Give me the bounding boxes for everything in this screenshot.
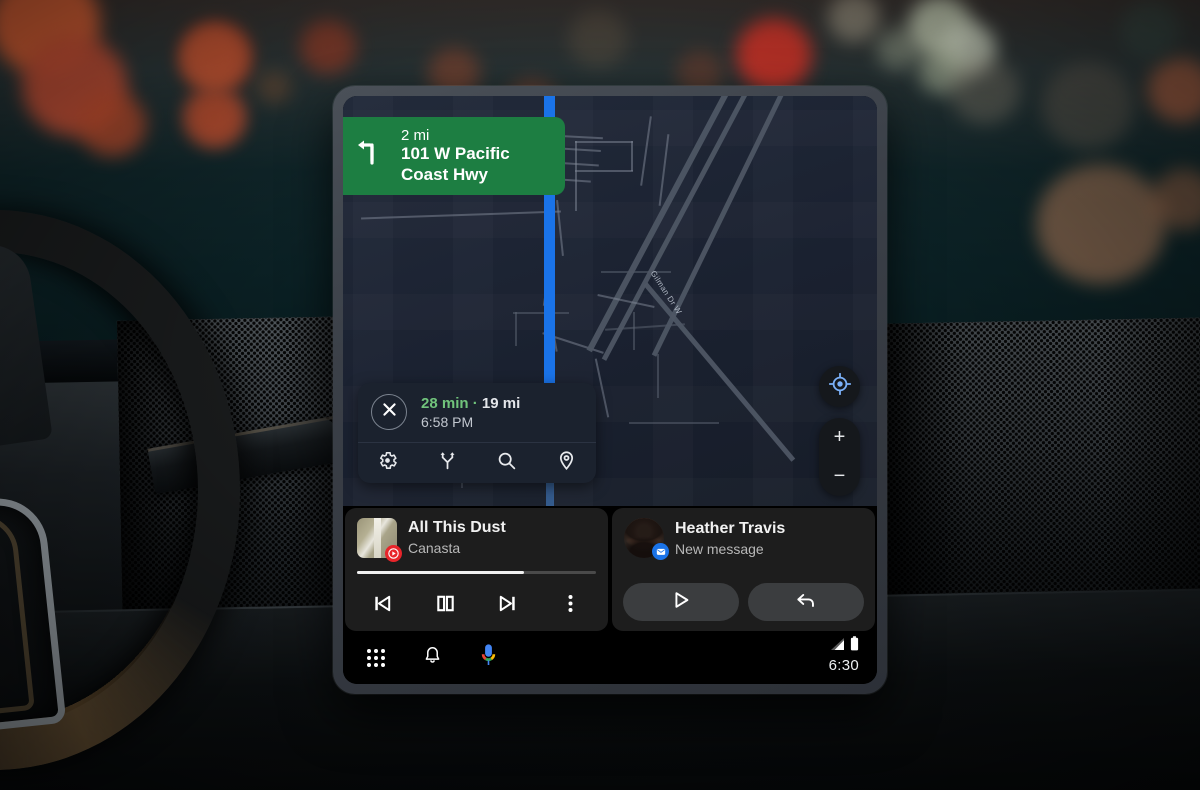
bokeh-light — [736, 18, 812, 92]
trip-info-card: 28 min · 19 mi 6:58 PM — [358, 383, 596, 483]
map-road — [629, 422, 719, 424]
pause-button[interactable] — [425, 586, 465, 626]
message-header: Heather Travis New message — [624, 518, 863, 560]
map-road — [515, 312, 517, 346]
status-bar-right: 6:30 — [828, 636, 859, 674]
skip-next-icon — [496, 592, 519, 620]
reply-icon — [795, 589, 817, 616]
widget-card-row: All This Dust Canasta Heather Travis New… — [343, 508, 877, 631]
map-road — [575, 141, 577, 211]
avatar — [624, 518, 669, 560]
recenter-location-button[interactable] — [819, 366, 860, 407]
bokeh-light — [1042, 62, 1134, 150]
media-progress-bar[interactable] — [357, 571, 596, 574]
maneuver-street-line2: Coast Hwy — [401, 164, 488, 184]
media-progress-fill — [357, 571, 525, 574]
status-indicators — [830, 636, 859, 656]
clock: 6:30 — [828, 657, 859, 674]
turn-left-arrow-icon — [355, 139, 389, 174]
map-road — [633, 312, 635, 350]
map-road — [601, 271, 671, 273]
eta-separator: · — [468, 394, 482, 412]
my-location-icon — [828, 372, 851, 400]
youtube-music-icon — [385, 545, 402, 562]
reply-message-button[interactable] — [748, 583, 864, 621]
apps-launcher-button[interactable] — [361, 643, 391, 673]
message-actions — [623, 583, 864, 621]
settings-gear-icon — [377, 450, 398, 476]
route-alternatives-button[interactable] — [418, 443, 478, 483]
apps-grid-icon — [367, 648, 385, 667]
more-vert-icon — [559, 592, 582, 620]
bokeh-light — [300, 20, 356, 74]
search-button[interactable] — [477, 443, 537, 483]
eta-distance: 19 mi — [481, 394, 521, 412]
bokeh-light — [568, 10, 628, 68]
place-pin-icon — [556, 450, 577, 476]
message-sender: Heather Travis — [675, 519, 786, 537]
map-road — [575, 141, 633, 143]
system-status-bar: 6:30 — [343, 631, 877, 684]
album-art-stripe — [374, 518, 381, 558]
trip-tool-bar — [358, 442, 596, 483]
eta-summary: 28 min · 19 mi — [421, 395, 520, 412]
map-road — [631, 141, 633, 171]
pause-icon — [434, 592, 457, 620]
zoom-in-button[interactable]: + — [819, 418, 860, 457]
bokeh-light — [1120, 0, 1180, 58]
media-header: All This Dust Canasta — [357, 518, 596, 562]
bokeh-light — [188, 30, 244, 82]
navigation-maneuver-banner: 2 mi 101 W Pacific Coast Hwy — [343, 117, 565, 195]
bokeh-light — [186, 92, 242, 146]
map-road — [657, 354, 659, 398]
bell-icon — [422, 645, 443, 671]
messages-icon — [652, 543, 669, 560]
media-controls — [345, 584, 608, 628]
previous-track-button[interactable] — [362, 586, 402, 626]
map-zoom-controls: + − — [819, 418, 860, 496]
play-message-button[interactable] — [623, 583, 739, 621]
message-notification-card[interactable]: Heather Travis New message — [612, 508, 875, 631]
assistant-button[interactable] — [473, 643, 503, 673]
head-unit-bezel: Gilman Dr W W 2 mi 101 W Pacific Coast H… — [333, 86, 887, 694]
play-icon — [670, 589, 692, 616]
zoom-out-button[interactable]: − — [819, 457, 860, 496]
notifications-button[interactable] — [417, 643, 447, 673]
end-navigation-button[interactable] — [371, 394, 407, 430]
map-view[interactable]: Gilman Dr W W 2 mi 101 W Pacific Coast H… — [343, 96, 877, 506]
media-overflow-button[interactable] — [551, 586, 591, 626]
settings-gear-button[interactable] — [358, 443, 418, 483]
search-icon — [496, 450, 517, 476]
google-assistant-mic-icon — [478, 643, 499, 672]
cellular-signal-icon — [830, 637, 846, 656]
maneuver-street-line1: 101 W Pacific — [401, 144, 510, 164]
map-road — [513, 312, 569, 314]
bokeh-light — [1036, 164, 1166, 284]
album-art — [357, 518, 402, 562]
car-display-screen: Gilman Dr W W 2 mi 101 W Pacific Coast H… — [343, 96, 877, 684]
bokeh-light — [950, 58, 1020, 124]
battery-icon — [850, 636, 859, 656]
route-alternatives-icon — [437, 450, 458, 476]
maneuver-distance: 2 mi — [401, 126, 430, 144]
arrival-time: 6:58 PM — [421, 413, 474, 430]
speaker-grille-right — [877, 316, 1200, 624]
trip-summary: 28 min · 19 mi 6:58 PM — [358, 383, 596, 442]
close-x-icon — [381, 401, 398, 423]
track-title: All This Dust — [408, 519, 506, 536]
media-player-card[interactable]: All This Dust Canasta — [345, 508, 608, 631]
bokeh-light — [78, 92, 146, 156]
bokeh-light — [256, 70, 292, 104]
saved-places-button[interactable] — [537, 443, 597, 483]
eta-duration: 28 min — [421, 394, 469, 412]
status-bar-left — [361, 643, 503, 673]
next-track-button[interactable] — [488, 586, 528, 626]
track-artist: Canasta — [408, 540, 461, 557]
skip-previous-icon — [371, 592, 394, 620]
message-preview: New message — [675, 541, 764, 558]
grille-shading — [877, 316, 1200, 624]
map-road — [575, 170, 633, 172]
